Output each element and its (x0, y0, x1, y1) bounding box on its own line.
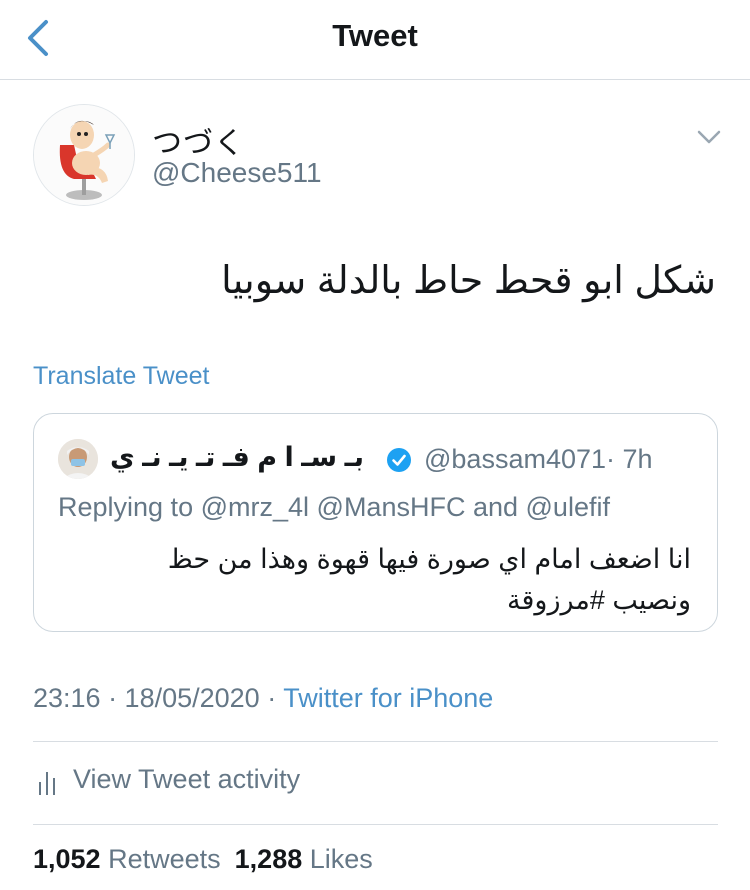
mention-link[interactable]: @mrz_4l (201, 492, 309, 522)
author-handle[interactable]: @Cheese511 (152, 157, 322, 189)
verified-badge-icon (387, 448, 411, 472)
translate-tweet-link[interactable]: Translate Tweet (33, 362, 209, 391)
source-link[interactable]: Twitter for iPhone (283, 683, 493, 713)
replying-prefix: Replying to (58, 492, 201, 522)
nav-bar: Tweet (0, 0, 750, 80)
quoted-age: · 7h (606, 444, 653, 474)
engagement-stats: 1,052 Retweets 1,288 Likes (33, 844, 373, 875)
retweets-count: 1,052 (33, 844, 101, 874)
divider (33, 824, 718, 825)
replying-to: Replying to @mrz_4l @MansHFC and @ulefif (58, 492, 610, 523)
quoted-author-handle[interactable]: @bassam4071 (424, 444, 606, 474)
avatar[interactable] (33, 104, 135, 206)
quoted-author-name[interactable]: بـ سـ ا م فـ تـ يـ نـ ي (110, 442, 364, 473)
mention-link[interactable]: @MansHFC (317, 492, 466, 522)
quoted-meta: @bassam4071· 7h (424, 444, 653, 475)
retweets-stat[interactable]: 1,052 Retweets (33, 844, 221, 874)
author-name[interactable]: つづく (152, 118, 245, 162)
activity-label: View Tweet activity (73, 764, 301, 794)
tweet-timestamp: 23:16 · 18/05/2020 · Twitter for iPhone (33, 683, 493, 714)
quoted-tweet-card[interactable]: بـ سـ ا م فـ تـ يـ نـ ي @bassam4071· 7h … (33, 413, 718, 632)
divider (33, 741, 718, 742)
person-avatar-icon (58, 439, 98, 479)
page-title: Tweet (332, 18, 418, 53)
quoted-avatar[interactable] (58, 439, 98, 479)
tweet-text: شكل ابو قحط حاط بالدلة سوبيا (221, 260, 716, 302)
likes-count: 1,288 (234, 844, 303, 874)
retweets-label: Retweets (108, 844, 221, 874)
quoted-tweet-text: انا اضعف امام اي صورة فيها قهوة وهذا من … (167, 544, 691, 615)
likes-stat[interactable]: 1,288 Likes (235, 844, 373, 874)
replying-separator: and (465, 492, 526, 522)
mention-link[interactable]: @ulefif (526, 492, 610, 522)
chevron-down-icon[interactable] (694, 122, 724, 152)
bar-chart-icon (39, 772, 55, 795)
cartoon-avatar-icon (34, 105, 134, 205)
timestamp-text: 23:16 · 18/05/2020 · (33, 683, 284, 713)
likes-label: Likes (309, 844, 373, 874)
